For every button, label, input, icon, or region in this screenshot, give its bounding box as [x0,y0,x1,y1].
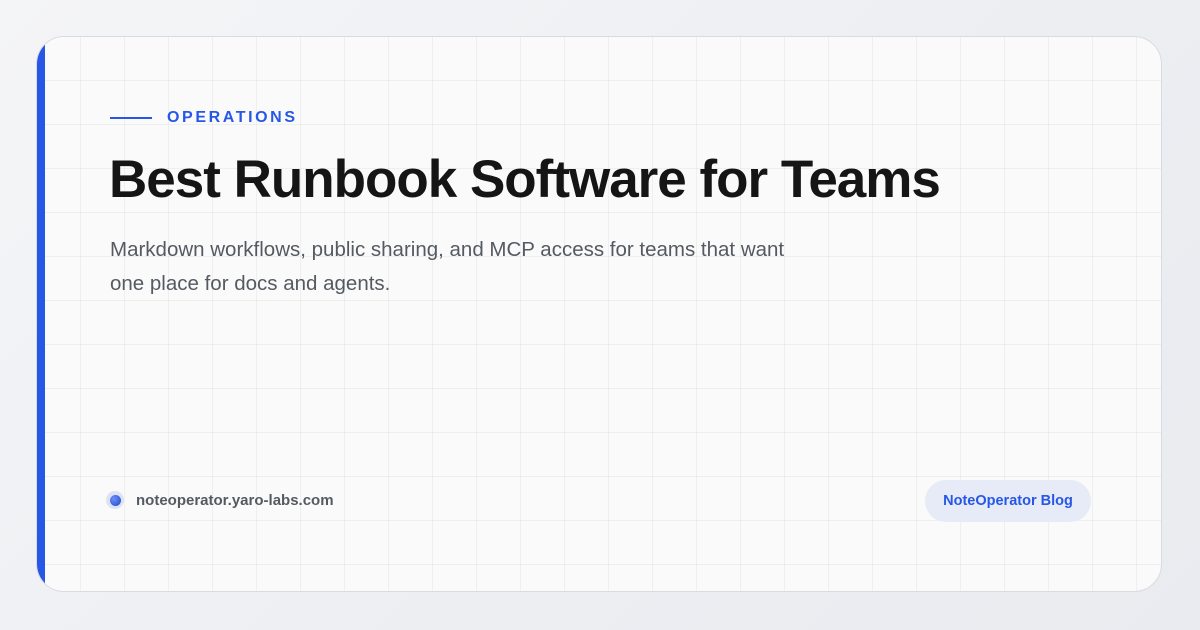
blog-badge[interactable]: NoteOperator Blog [925,480,1091,522]
site-url: noteoperator.yaro-labs.com [136,491,334,509]
og-card: OPERATIONS Best Runbook Software for Tea… [36,36,1162,592]
globe-dot-icon [106,491,124,509]
page-title: Best Runbook Software for Teams [109,150,941,209]
page-subtitle: Markdown workflows, public sharing, and … [110,238,785,295]
site-link[interactable]: noteoperator.yaro-labs.com [106,491,334,509]
category-label: OPERATIONS [167,109,298,126]
accent-bar [37,37,45,591]
eyebrow-line [110,117,152,119]
category-eyebrow: OPERATIONS [110,109,298,127]
